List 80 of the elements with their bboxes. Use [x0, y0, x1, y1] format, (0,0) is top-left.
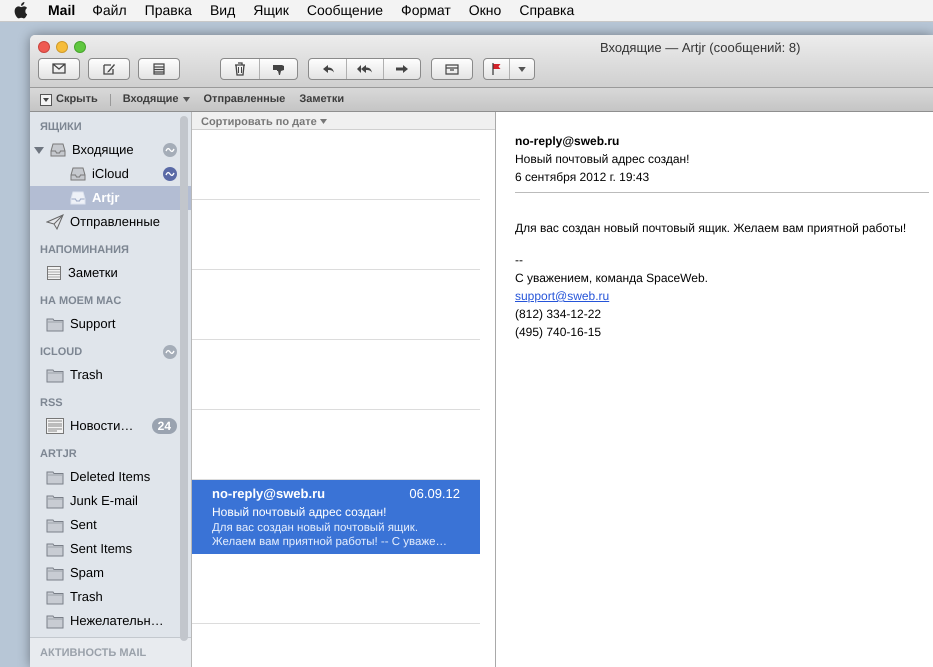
sender: no-reply@sweb.ru [212, 485, 326, 503]
sidebar-item[interactable]: Отправленные [30, 210, 191, 234]
body-text: С уважением, команда SpaceWeb. [515, 270, 709, 287]
section-title: НАПОМИНАНИЯ [40, 242, 129, 258]
body-text: Для вас создан новый почтовый ящик. Желаем вам приятной работы! [515, 220, 908, 237]
sidebar-item[interactable]: Deleted Items [30, 465, 191, 489]
favorite-button[interactable]: Входящие [122, 91, 190, 108]
menu-item[interactable]: Вид [200, 0, 244, 21]
window-title: Входящие — Artjr (сообщений: 8) [600, 39, 800, 57]
sidebar-item[interactable]: iCloud [30, 162, 191, 186]
sidebar-item[interactable]: Входящие [30, 138, 191, 162]
sidebar-item[interactable]: Нежелательн… [30, 609, 191, 633]
hide-button[interactable]: Скрыть [40, 91, 98, 108]
folder-icon [46, 470, 64, 484]
sidebar-item[interactable]: Support [30, 312, 191, 336]
disclosure-triangle-icon[interactable] [34, 145, 44, 155]
hide-label: Скрыть [56, 92, 98, 108]
activity-section-title: АКТИВНОСТЬ MAIL [30, 637, 191, 667]
notes-button[interactable] [138, 58, 180, 80]
folder-icon [46, 566, 64, 580]
body-text: (495) 740-16-15 [515, 324, 602, 341]
section-title: ARTJR [40, 446, 77, 462]
message-subject: Новый почтовый адрес создан! [212, 504, 388, 520]
menu-item[interactable]: Формат [392, 0, 460, 21]
folder-icon [46, 614, 64, 628]
new-message-button[interactable] [38, 58, 80, 80]
favorite-label: Входящие [122, 92, 178, 108]
body-text: -- [515, 252, 524, 269]
rss-feed-icon [46, 418, 64, 434]
message-preview: Для вас создан новый почтовый ящик. Желаем вам приятной работы! -- С уваже… [212, 520, 448, 548]
folder-icon [46, 316, 64, 332]
unread-count-badge: 24 [152, 418, 177, 434]
favorite-button[interactable]: Заметки [299, 91, 344, 108]
inbox-tray-icon [70, 166, 86, 182]
sidebar-item[interactable]: Trash [30, 363, 191, 387]
sidebar-item[interactable]: Sent Items [30, 537, 191, 561]
caret-icon [320, 119, 327, 126]
message-row[interactable]: no-reply@sweb.ru 06.09.12 Новый почтовый адрес создан! Для вас создан новый почтовый ящик. Желаем вам приятной работы! -- С уваже… [192, 480, 480, 554]
favorite-button[interactable]: Отправленные [204, 91, 286, 108]
sort-menu[interactable]: Сортировать по дате [192, 112, 495, 130]
sidebar-item[interactable]: Trash [30, 585, 191, 609]
menu-item[interactable]: Сообщение [298, 0, 392, 21]
folder-icon [46, 542, 64, 556]
folder-icon [46, 590, 64, 604]
folder-icon [46, 368, 64, 382]
email-link[interactable]: support@sweb.ru [515, 289, 610, 303]
sidebar-item[interactable]: Spam [30, 561, 191, 585]
collapse-icon [40, 94, 52, 106]
message-date: 06.09.12 [409, 485, 460, 503]
section-title: RSS [40, 396, 63, 411]
inbox-tray-icon [70, 190, 86, 206]
section-title: НА МОЕМ MAC [40, 294, 122, 309]
folder-icon [46, 518, 64, 532]
compose-button[interactable] [88, 58, 130, 80]
sidebar-item[interactable]: Новости… 24 [30, 414, 191, 438]
menu-item[interactable]: Справка [510, 0, 584, 21]
menu-item[interactable]: Ящик [244, 0, 298, 21]
sidebar-item[interactable]: Junk E-mail [30, 489, 191, 513]
app-menu[interactable]: Mail [40, 0, 84, 21]
email-subject: Новый почтовый адрес создан! [515, 151, 691, 168]
sidebar-item[interactable]: Sent [30, 513, 191, 537]
scrollbar[interactable] [180, 116, 188, 641]
body-text: (812) 334-12-22 [515, 306, 602, 323]
menu-item[interactable]: Окно [460, 0, 510, 21]
folder-icon [46, 494, 64, 508]
close-button[interactable] [38, 41, 50, 53]
caret-icon [182, 96, 190, 102]
menu-item[interactable]: Файл [83, 0, 136, 21]
email-date: 6 сентября 2012 г. 19:43 [515, 169, 650, 186]
menu-item[interactable]: Правка [136, 0, 201, 21]
zoom-button[interactable] [74, 41, 86, 53]
archive-button[interactable] [431, 58, 473, 80]
inbox-tray-icon [50, 142, 66, 158]
sidebar-item[interactable]: Заметки [30, 261, 191, 285]
section-title: ЯЩИКИ [40, 120, 82, 135]
paper-plane-icon [46, 214, 64, 230]
caret-icon [518, 66, 526, 72]
notepad-icon [46, 265, 62, 281]
section-title: ICLOUD [40, 344, 82, 360]
sender-address: no-reply@sweb.ru [515, 133, 620, 150]
